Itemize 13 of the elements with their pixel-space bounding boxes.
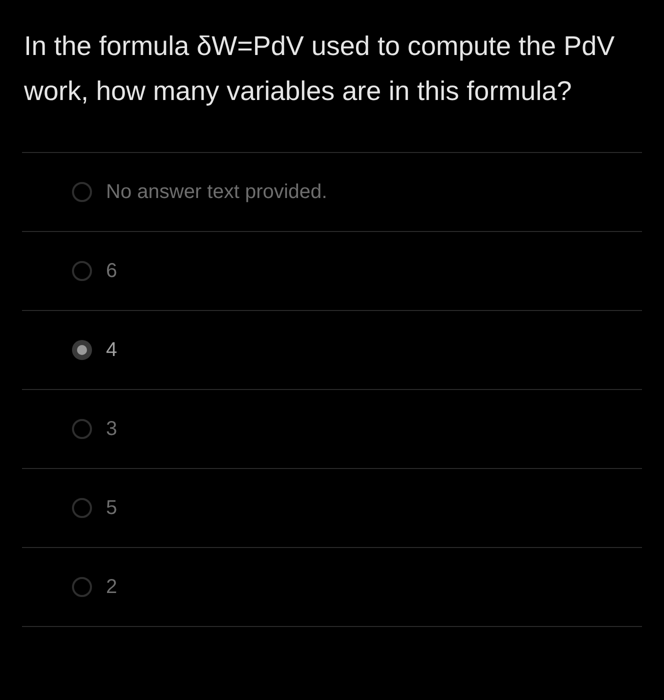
answer-option-label: 3 [106, 417, 118, 442]
radio-button[interactable] [72, 577, 92, 597]
question-text: In the formula δW=PdV used to compute the PdV work, how many variables are in this formula? [23, 30, 616, 108]
answer-option-label: 6 [106, 259, 118, 284]
radio-button[interactable] [72, 340, 92, 360]
answer-option-label: 5 [106, 496, 118, 521]
answer-option-label: 2 [106, 575, 118, 600]
radio-button[interactable] [72, 261, 92, 281]
radio-button[interactable] [72, 498, 92, 518]
answer-option-label: No answer text provided. [106, 180, 328, 205]
radio-button[interactable] [72, 419, 92, 439]
radio-button[interactable] [72, 182, 92, 202]
answer-option-label: 4 [106, 338, 118, 363]
